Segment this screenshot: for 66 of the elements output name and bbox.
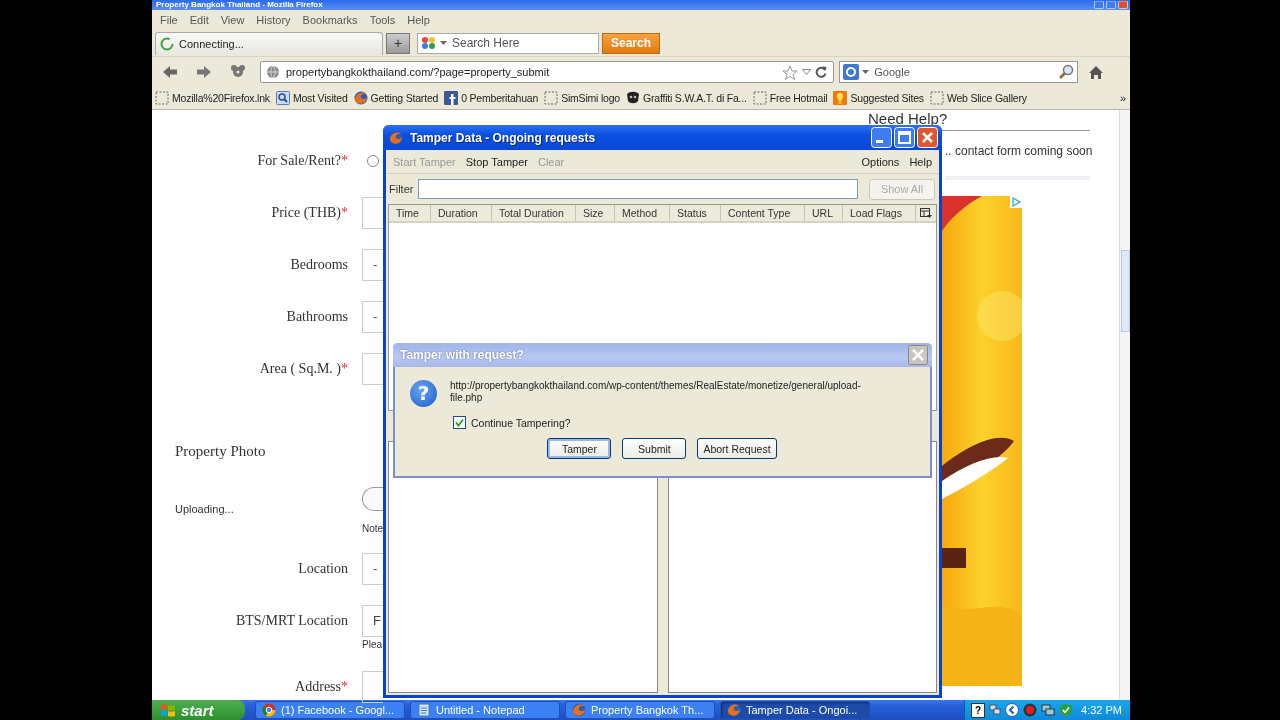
more-bookmarks-button[interactable]: » xyxy=(1119,92,1130,104)
column-header[interactable]: Time xyxy=(389,205,431,221)
dialog-title: Tamper with request? xyxy=(400,348,524,362)
bookmark[interactable]: Graffiti S.W.A.T. di Fa... xyxy=(626,91,747,105)
bookmark[interactable]: Getting Started xyxy=(353,91,439,105)
tab[interactable]: Connecting... xyxy=(155,31,383,55)
field-label: Bedrooms xyxy=(289,256,348,274)
field-label: Area ( Sq.M. )* xyxy=(258,360,348,378)
bookmark[interactable]: Mozilla%20Firefox.lnk xyxy=(155,91,270,105)
help-icon[interactable]: ? xyxy=(971,702,986,718)
taskbar-button[interactable]: Untitled - Notepad xyxy=(410,701,560,719)
filter-label: Filter xyxy=(389,183,414,195)
bookmark[interactable]: SimSimi logo xyxy=(544,91,620,105)
menu-item[interactable]: Help xyxy=(904,155,937,168)
menu-item[interactable]: History xyxy=(250,14,297,26)
field-note: Plea xyxy=(362,639,383,650)
web-search-bar[interactable]: Google xyxy=(839,61,1078,83)
dialog-button[interactable]: Submit xyxy=(622,438,687,459)
request-url: http://propertybangkokthailand.com/wp-content/themes/RealEstate/monetize/general/upload-file.php xyxy=(450,380,862,404)
taskbar-button[interactable]: Property Bangkok Th... xyxy=(565,701,715,719)
menu-item[interactable]: View xyxy=(214,14,251,26)
menu-item[interactable]: Tools xyxy=(363,14,402,26)
menu-item[interactable]: File xyxy=(154,14,184,26)
address-field[interactable]: propertybangkokthailand.com/?page=property_submit xyxy=(284,66,779,78)
column-header[interactable]: Size xyxy=(576,205,615,221)
menu-item[interactable]: Edit xyxy=(183,14,215,26)
dialog-button[interactable]: Tamper xyxy=(547,438,612,459)
bookmark[interactable]: Suggested Sites xyxy=(833,91,924,105)
column-header[interactable]: Duration xyxy=(431,205,492,221)
column-header[interactable]: Total Duration xyxy=(492,205,576,221)
field-label: Bathrooms xyxy=(285,308,348,326)
clock: 4:32 PM xyxy=(1081,704,1122,716)
menu-item[interactable]: Options xyxy=(856,155,905,168)
upload-status: Uploading... xyxy=(174,502,235,517)
bookmark[interactable]: 0 Pemberitahuan xyxy=(444,91,539,105)
address-bar[interactable]: propertybangkokthailand.com/?page=property_submit xyxy=(260,61,835,83)
sidebar-text: .. contact form coming soon xyxy=(945,144,1090,180)
taskbar-button[interactable]: Tamper Data - Ongoi... xyxy=(720,701,870,719)
field-label: BTS/MRT Location xyxy=(234,612,348,630)
menu-item[interactable]: Help xyxy=(401,14,436,26)
column-header[interactable]: Method xyxy=(615,205,670,221)
column-header[interactable]: Load Flags xyxy=(843,205,916,221)
column-header[interactable]: Content Type xyxy=(721,205,805,221)
taskbar-button[interactable]: (1) Facebook - Googl... xyxy=(255,701,405,719)
section-heading: Property Photo xyxy=(175,442,266,461)
search-field[interactable]: Search Here xyxy=(450,36,598,50)
bookmark[interactable]: Most Visited xyxy=(275,91,348,105)
column-header[interactable]: Status xyxy=(670,205,721,221)
bookmark[interactable]: Web Slice Gallery xyxy=(929,91,1027,105)
window-title: Property Bangkok Thailand - Mozilla Firefox xyxy=(156,0,323,10)
field-label: Location xyxy=(297,560,348,578)
dialog-button[interactable]: Abort Request xyxy=(697,438,777,459)
web-search-field[interactable]: Google xyxy=(872,66,1055,78)
menu-item[interactable]: Stop Tamper xyxy=(460,155,533,168)
window-title: Tamper Data - Ongoing requests xyxy=(410,130,596,145)
field-label: For Sale/Rent?* xyxy=(256,152,348,170)
field-note: Note xyxy=(362,523,384,534)
menu-item[interactable]: Bookmarks xyxy=(296,14,364,26)
column-header[interactable]: URL xyxy=(805,205,843,221)
question-icon: ? xyxy=(410,380,437,407)
field-label: Price (THB)* xyxy=(270,204,348,222)
bookmark[interactable]: Free Hotmail xyxy=(752,91,828,105)
search-bar[interactable]: Search Here xyxy=(417,32,599,54)
new-tab-button[interactable]: + xyxy=(386,32,410,54)
checkbox[interactable]: Continue Tampering? xyxy=(453,416,882,429)
field-label: Address* xyxy=(294,678,348,696)
